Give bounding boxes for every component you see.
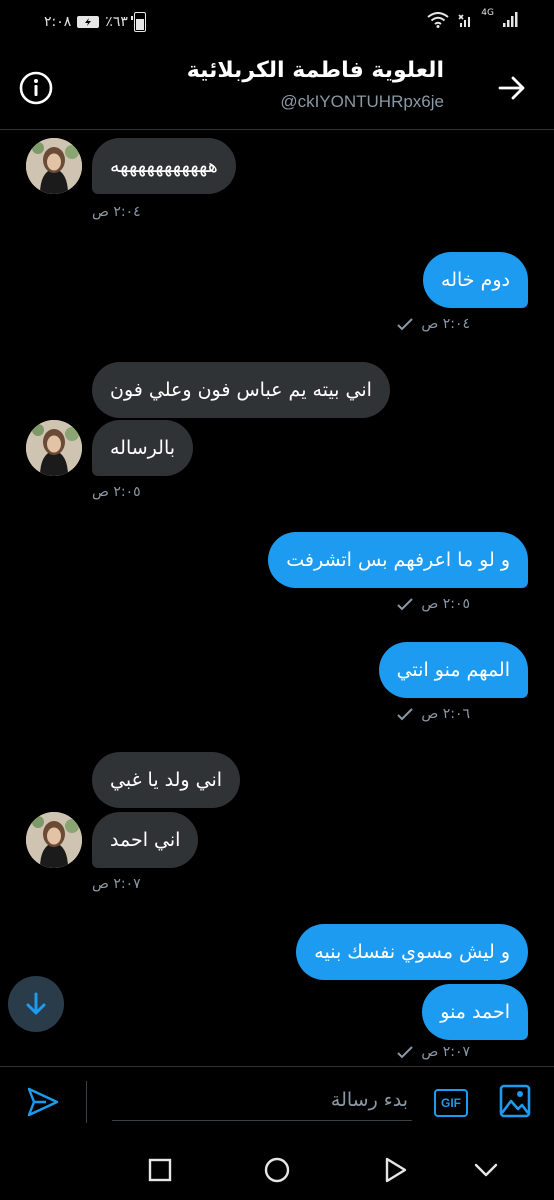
- charging-icon: [77, 16, 100, 28]
- message-composer: GIF: [0, 1066, 554, 1138]
- timestamp-text: ٢:٠٤ ص: [421, 316, 470, 332]
- timestamp-text: ٢:٠٥ ص: [421, 596, 470, 612]
- arrow-right-icon[interactable]: [498, 74, 526, 102]
- status-left: ٢:٠٨ ٪٦٣: [44, 12, 146, 32]
- timestamp-text: ٢:٠٦ ص: [421, 706, 470, 722]
- sent-check-icon: [397, 598, 414, 611]
- timestamp-text: ٢:٠٤ ص: [92, 204, 141, 220]
- message-timestamp: ٢:٠٧ ص: [92, 876, 141, 892]
- sent-check-icon: [397, 318, 414, 331]
- message-bubble-incoming[interactable]: هههههههههههه: [92, 138, 236, 194]
- chevron-down-icon[interactable]: [472, 1156, 500, 1184]
- sent-check-icon: [397, 708, 414, 721]
- status-bar: ٢:٠٨ ٪٦٣ 4G: [0, 0, 554, 44]
- sent-check-icon: [397, 1046, 414, 1059]
- message-bubble-outgoing[interactable]: احمد منو: [422, 984, 528, 1040]
- status-time: ٢:٠٨: [44, 14, 72, 30]
- conversation-title: العلوية فاطمة الكربلائية: [186, 58, 444, 83]
- message-bubble-outgoing[interactable]: و لو ما اعرفهم بس اتشرفت: [268, 532, 528, 588]
- message-timestamp: ٢:٠٧ ص: [397, 1044, 470, 1060]
- scroll-to-bottom-button[interactable]: [8, 976, 64, 1032]
- send-icon[interactable]: [26, 1085, 60, 1119]
- message-timestamp: ٢:٠٥ ص: [397, 596, 470, 612]
- message-bubble-outgoing[interactable]: المهم منو انتي: [378, 642, 528, 698]
- message-bubble-outgoing[interactable]: دوم خاله: [423, 252, 528, 308]
- timestamp-text: ٢:٠٥ ص: [92, 484, 141, 500]
- arrow-down-icon: [26, 992, 46, 1015]
- battery-icon: [130, 12, 146, 32]
- back-triangle-icon[interactable]: [381, 1156, 409, 1184]
- message-bubble-incoming[interactable]: اني احمد: [92, 812, 199, 868]
- home-circle-icon[interactable]: [263, 1156, 291, 1184]
- conversation-header: العلوية فاطمة الكربلائية @ckIYONTUHRpx6j…: [0, 44, 554, 130]
- network-type: 4G: [481, 8, 494, 18]
- timestamp-text: ٢:٠٧ ص: [92, 876, 141, 892]
- avatar-image: [26, 812, 82, 868]
- avatar-image: [26, 420, 82, 476]
- recents-square-icon[interactable]: [146, 1156, 174, 1184]
- timestamp-text: ٢:٠٧ ص: [421, 1044, 470, 1060]
- system-navigation-bar: [0, 1138, 554, 1200]
- battery-percent: ٪٦٣: [105, 14, 128, 30]
- message-input[interactable]: [112, 1079, 412, 1121]
- message-timestamp: ٢:٠٤ ص: [397, 316, 470, 332]
- avatar[interactable]: [26, 138, 82, 194]
- info-icon[interactable]: [18, 70, 54, 106]
- message-bubble-outgoing[interactable]: و ليش مسوي نفسك بنيه: [296, 924, 528, 980]
- conversation-handle: @ckIYONTUHRpx6je: [280, 92, 444, 111]
- message-bubble-incoming[interactable]: اني ولد يا غبي: [92, 752, 241, 808]
- avatar[interactable]: [26, 420, 82, 476]
- message-bubble-incoming[interactable]: بالرساله: [92, 420, 194, 476]
- status-right: 4G: [427, 8, 520, 28]
- avatar-image: [26, 138, 82, 194]
- gif-button[interactable]: GIF: [434, 1089, 468, 1117]
- battery-fill: [135, 18, 144, 30]
- message-timestamp: ٢:٠٦ ص: [397, 706, 470, 722]
- signal-icon: [503, 12, 518, 27]
- signal-no-sim-icon: [458, 14, 471, 27]
- composer-divider: [86, 1081, 87, 1123]
- message-timestamp: ٢:٠٥ ص: [92, 484, 141, 500]
- image-icon[interactable]: [498, 1083, 532, 1119]
- message-timestamp: ٢:٠٤ ص: [92, 204, 141, 220]
- avatar[interactable]: [26, 812, 82, 868]
- message-bubble-incoming[interactable]: اني بيته يم عباس فون وعلي فون: [92, 362, 390, 418]
- wifi-icon: [427, 12, 449, 28]
